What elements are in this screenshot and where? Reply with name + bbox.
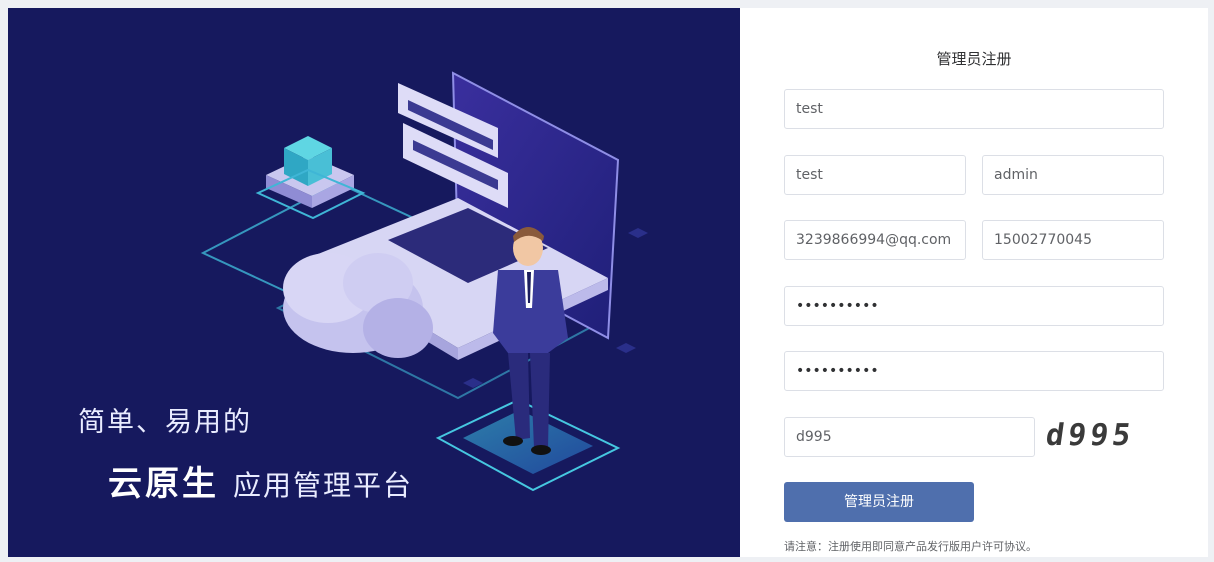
register-button[interactable]: 管理员注册	[784, 482, 974, 522]
email-input[interactable]: 3239866994@qq.com	[784, 220, 966, 260]
password-input[interactable]: ••••••••••	[784, 286, 1164, 326]
hero-panel: 简单、易用的 云原生 应用管理平台	[8, 8, 740, 557]
hero-slogan-line1: 简单、易用的	[78, 407, 252, 438]
captcha-input[interactable]: d995	[784, 417, 1035, 457]
role-input[interactable]: admin	[982, 155, 1164, 195]
hero-slogan-rest: 应用管理平台	[233, 469, 414, 502]
register-form: 管理员注册 test test admin 3239866994@qq.com …	[740, 8, 1208, 557]
captcha-image[interactable]: d995	[1043, 416, 1167, 456]
license-notice: 请注意：注册使用即同意产品发行版用户许可协议。	[784, 540, 1037, 553]
hero-slogan-brand: 云原生	[108, 464, 219, 504]
name-input[interactable]: test	[784, 155, 966, 195]
username-input[interactable]: test	[784, 89, 1164, 129]
form-title: 管理员注册	[936, 50, 1012, 68]
register-card: 简单、易用的 云原生 应用管理平台 管理员注册 test test admin …	[8, 8, 1208, 557]
confirm-password-input[interactable]: ••••••••••	[784, 351, 1164, 391]
phone-input[interactable]: 15002770045	[982, 220, 1164, 260]
